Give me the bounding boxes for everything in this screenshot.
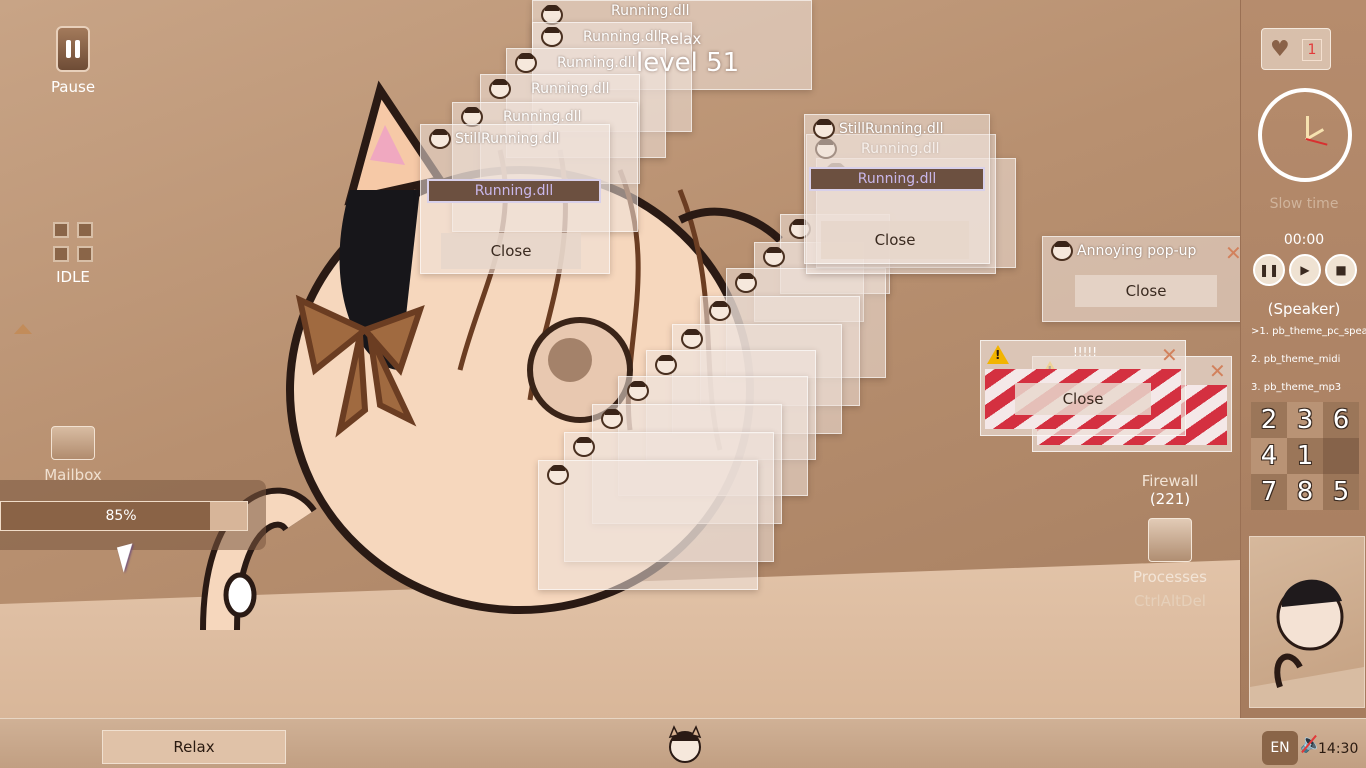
- cat-face-icon: [627, 381, 649, 401]
- puzzle-tile[interactable]: 5: [1323, 474, 1359, 510]
- puzzle-tile[interactable]: 7: [1251, 474, 1287, 510]
- cat-face-icon: [573, 437, 595, 457]
- cat-face-icon: [763, 247, 785, 267]
- popup-title: Running.dll: [557, 55, 636, 71]
- popup-title: Running.dll: [503, 109, 582, 125]
- cat-face-icon: [735, 273, 757, 293]
- cat-face-icon: [515, 53, 537, 73]
- cat-portrait-image: [1249, 536, 1365, 708]
- level-caption: level 51: [636, 48, 740, 78]
- warning-title: !!!!!: [1073, 345, 1098, 359]
- close-button[interactable]: Close: [441, 233, 581, 269]
- popup-title: Annoying pop-up: [1077, 243, 1197, 259]
- track-list: >1. pb_theme_pc_speaker 2. pb_theme_midi…: [1251, 324, 1366, 408]
- puzzle-tile[interactable]: 8: [1287, 474, 1323, 510]
- popup-title: Running.dll: [611, 3, 690, 19]
- cat-face-icon: [489, 79, 511, 99]
- pause-icon[interactable]: ❚❚: [1253, 254, 1285, 286]
- puzzle-tile[interactable]: 1: [1287, 438, 1323, 474]
- lives-counter: ♥ 1: [1261, 28, 1331, 70]
- triangle-up-icon[interactable]: [14, 324, 32, 334]
- progress-label: 85%: [105, 508, 137, 524]
- sidebar: ♥ 1 Slow time 00:00 ❚❚ ▶ ■ (Speaker) >1.…: [1240, 0, 1366, 718]
- close-icon[interactable]: ✕: [1209, 359, 1226, 383]
- pause-desktop-icon[interactable]: Pause: [40, 26, 106, 96]
- relax-caption: Relax: [660, 30, 702, 48]
- popup-title: Running.dll: [583, 29, 662, 45]
- puzzle-tile[interactable]: 6: [1323, 402, 1359, 438]
- sliding-puzzle: 2 3 6 4 1 7 8 5: [1251, 402, 1359, 510]
- popup-title: Running.dll: [531, 81, 610, 97]
- stop-icon[interactable]: ■: [1325, 254, 1357, 286]
- heart-icon: ♥: [1270, 37, 1290, 62]
- popup-title: StillRunning.dll: [455, 131, 560, 147]
- language-indicator[interactable]: EN: [1262, 731, 1298, 765]
- chart-icon: [1148, 518, 1192, 562]
- cat-face-icon[interactable]: [660, 725, 710, 765]
- firewall-label: Firewall: [1141, 472, 1199, 490]
- idle-label: IDLE: [56, 268, 90, 286]
- popup-running-dll[interactable]: [538, 460, 758, 590]
- progress-panel: 85%: [0, 480, 266, 550]
- lives-count: 1: [1302, 39, 1322, 61]
- grid-icon: [53, 222, 93, 262]
- taskbar-clock: 14:30: [1318, 741, 1359, 757]
- processes-desktop-icon[interactable]: Processes CtrlAltDel: [1120, 518, 1220, 610]
- close-button[interactable]: Close: [1075, 275, 1217, 307]
- cat-face-icon: [709, 301, 731, 321]
- cat-face-icon: [541, 27, 563, 47]
- firewall-count: (221): [1149, 490, 1191, 508]
- track-item[interactable]: 2. pb_theme_midi: [1251, 352, 1366, 380]
- puzzle-tile[interactable]: 4: [1251, 438, 1287, 474]
- close-button[interactable]: Close: [821, 221, 969, 259]
- popup-still-running-dll[interactable]: StillRunning.dll Running.dll Close: [804, 114, 990, 264]
- mailbox-icon: [51, 426, 95, 460]
- warning-icon: [987, 345, 1009, 364]
- warning-popup[interactable]: !!!!! ✕ Close: [980, 340, 1186, 436]
- close-button[interactable]: Close: [1015, 383, 1151, 415]
- puzzle-tile[interactable]: 2: [1251, 402, 1287, 438]
- processes-label: Processes: [1133, 568, 1207, 586]
- close-icon[interactable]: ✕: [1225, 241, 1240, 265]
- popup-title: StillRunning.dll: [839, 121, 944, 137]
- speaker-label: (Speaker): [1267, 300, 1341, 318]
- pause-icon: [56, 26, 90, 72]
- idle-desktop-icon[interactable]: IDLE: [40, 222, 106, 286]
- cat-portrait-art: [1250, 579, 1364, 707]
- pause-label: Pause: [50, 78, 96, 96]
- cat-face-icon: [547, 465, 569, 485]
- popup-progress-bar: Running.dll: [809, 167, 985, 191]
- track-item[interactable]: >1. pb_theme_pc_speaker: [1251, 324, 1366, 352]
- progress-bar: 85%: [0, 501, 248, 531]
- mailbox-desktop-icon[interactable]: Mailbox: [36, 426, 110, 484]
- media-controls: ❚❚ ▶ ■: [1253, 254, 1357, 286]
- cat-face-icon: [813, 119, 835, 139]
- clock-hour-hand: [1306, 116, 1309, 138]
- popup-still-running-dll[interactable]: StillRunning.dll Running.dll Close: [420, 124, 610, 274]
- clock-second-hand: [1305, 138, 1328, 146]
- desktop: Pause IDLE Mailbox 85% Running.dll Runni…: [0, 0, 1240, 718]
- puzzle-empty-slot: [1323, 438, 1359, 474]
- popup-annoying[interactable]: Annoying pop-up ✕ Close: [1042, 236, 1240, 322]
- ctrlaltdel-label: CtrlAltDel: [1134, 592, 1206, 610]
- slow-time-button[interactable]: Slow time: [1241, 196, 1366, 212]
- close-icon[interactable]: ✕: [1161, 343, 1178, 367]
- taskbar: Relax EN 🔈 14:30: [0, 718, 1366, 768]
- cat-face-icon: [681, 329, 703, 349]
- firewall-desktop-icon[interactable]: Firewall (221): [1130, 472, 1210, 508]
- media-timer: 00:00: [1283, 232, 1325, 248]
- cat-face-icon: [1051, 241, 1073, 261]
- popup-progress-text: Running.dll: [474, 183, 554, 199]
- popup-progress-text: Running.dll: [857, 171, 937, 187]
- popup-progress-bar: Running.dll: [427, 179, 601, 203]
- puzzle-tile[interactable]: 3: [1287, 402, 1323, 438]
- cat-face-icon: [429, 129, 451, 149]
- cat-face-icon: [655, 355, 677, 375]
- analog-clock: [1258, 88, 1352, 182]
- cat-face-icon: [601, 409, 623, 429]
- taskbar-item-relax[interactable]: Relax: [102, 730, 286, 764]
- play-icon[interactable]: ▶: [1289, 254, 1321, 286]
